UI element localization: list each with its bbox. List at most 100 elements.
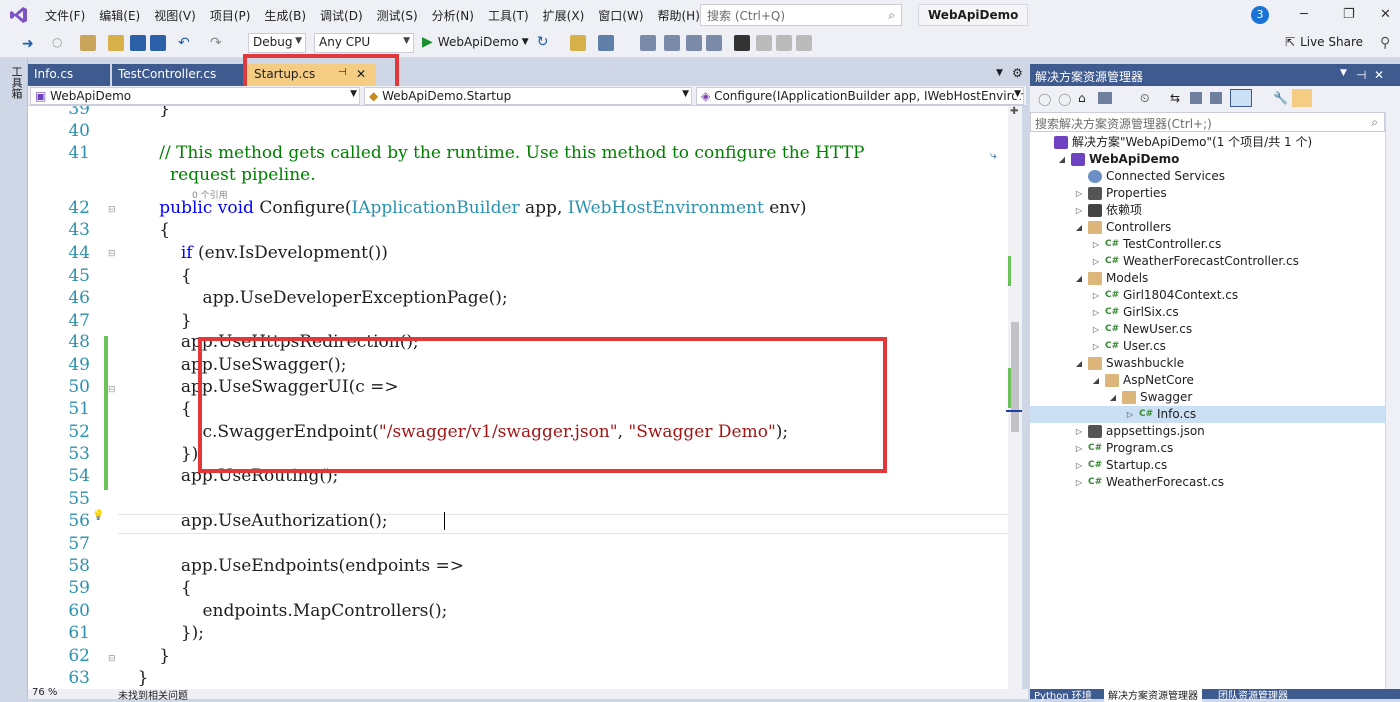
expand-icon[interactable]: ▷ <box>1091 236 1101 253</box>
code-line[interactable]: } <box>116 668 149 688</box>
collapse-all-icon[interactable] <box>1190 92 1202 104</box>
expand-icon[interactable]: ▷ <box>1074 423 1084 440</box>
tab-testcontroller-cs[interactable]: TestController.cs <box>112 64 244 86</box>
history-icon[interactable]: ⏲ <box>1140 91 1149 106</box>
menu-help[interactable]: 帮助(H) <box>651 7 707 24</box>
toolbar-icon[interactable] <box>796 35 812 51</box>
code-line[interactable]: } <box>116 646 170 666</box>
minimize-icon[interactable]: ─ <box>1300 7 1308 22</box>
show-all-files-icon[interactable] <box>1210 92 1222 104</box>
code-line[interactable]: app.UseDeveloperExceptionPage(); <box>116 288 507 308</box>
collapse-icon[interactable]: ◢ <box>1074 270 1084 287</box>
tree-item[interactable]: ▷ appsettings.json <box>1074 423 1205 440</box>
tree-item[interactable]: ▷ C# Program.cs <box>1074 440 1173 457</box>
expand-icon[interactable]: ▷ <box>1074 440 1084 457</box>
menu-test[interactable]: 测试(S) <box>370 7 425 24</box>
menu-debug[interactable]: 调试(D) <box>313 7 370 24</box>
home-icon[interactable]: ⌂ <box>1078 91 1086 105</box>
preview-toggle-icon[interactable] <box>1230 89 1252 107</box>
refresh-icon[interactable]: ↻ <box>537 34 549 50</box>
undo-icon[interactable]: ↶ <box>178 35 194 51</box>
expand-icon[interactable]: ▷ <box>1074 457 1084 474</box>
menu-project[interactable]: 项目(P) <box>203 7 258 24</box>
collapse-icon[interactable]: ◢ <box>1057 151 1067 168</box>
fold-icon[interactable]: ⊟ <box>108 249 116 259</box>
redo-icon[interactable]: ↷ <box>210 35 226 51</box>
tab-overflow-icon[interactable]: ▼ <box>996 68 1003 78</box>
tree-item[interactable]: ▷ C# WeatherForecast.cs <box>1074 474 1224 491</box>
tree-item[interactable]: ▷ 依赖项 <box>1074 202 1142 219</box>
code-line[interactable]: if (env.IsDevelopment()) <box>116 243 388 263</box>
menu-analyze[interactable]: 分析(N) <box>425 7 481 24</box>
forward-icon[interactable]: ○ <box>52 35 68 51</box>
zoom-level[interactable]: 76 % <box>32 687 57 698</box>
save-all-icon[interactable] <box>150 35 166 51</box>
code-line[interactable]: endpoints.MapControllers(); <box>116 601 447 621</box>
toolbox-strip[interactable]: 工具箱 <box>0 58 28 699</box>
expand-icon[interactable]: ▷ <box>1091 253 1101 270</box>
tree-item[interactable]: ▷ C# TestController.cs <box>1091 236 1221 253</box>
menu-window[interactable]: 窗口(W) <box>591 7 650 24</box>
code-line[interactable]: }); <box>116 444 204 464</box>
editor-scrollbar[interactable]: ✚ <box>1006 106 1022 691</box>
code-line[interactable]: { <box>116 578 192 598</box>
expand-icon[interactable]: ▷ <box>1074 202 1084 219</box>
menu-view[interactable]: 视图(V) <box>147 7 203 24</box>
chevron-down-icon[interactable]: ▼ <box>1340 68 1347 78</box>
expand-icon[interactable]: ▷ <box>1091 321 1101 338</box>
tree-item[interactable]: ◢ Swagger <box>1108 389 1192 406</box>
codelens-icon[interactable]: ⤷ <box>990 148 997 163</box>
tab-info-cs[interactable]: Info.cs <box>28 64 110 86</box>
menu-edit[interactable]: 编辑(E) <box>92 7 147 24</box>
new-project-icon[interactable] <box>80 35 96 51</box>
split-icon[interactable]: ✚ <box>1010 106 1018 117</box>
settings-icon[interactable]: ⚙ <box>1012 66 1023 80</box>
tree-item[interactable]: ◢ AspNetCore <box>1091 372 1194 389</box>
back-icon[interactable]: ➜ <box>22 36 38 52</box>
collapse-icon[interactable]: ◢ <box>1108 389 1118 406</box>
tab-python-environments[interactable]: Python 环境 <box>1034 687 1092 702</box>
start-debugging-button[interactable]: ▶ WebApiDemo ▼ ↻ <box>422 31 548 53</box>
scrollbar-thumb[interactable] <box>1011 322 1019 432</box>
expand-icon[interactable]: ▷ <box>1091 287 1101 304</box>
tree-item[interactable]: Connected Services <box>1074 168 1225 185</box>
sync-icon[interactable] <box>1098 92 1112 104</box>
tab-solution-explorer[interactable]: 解决方案资源管理器 <box>1104 687 1202 702</box>
collapse-icon[interactable]: ◢ <box>1074 219 1084 236</box>
toolbar-icon[interactable] <box>570 35 586 51</box>
expand-icon[interactable]: ▷ <box>1091 304 1101 321</box>
code-line[interactable]: { <box>116 266 192 286</box>
collapse-icon[interactable]: ◢ <box>1091 372 1101 389</box>
code-line[interactable]: { <box>116 399 192 419</box>
live-share-button[interactable]: ⇱ Live Share <box>1285 35 1363 49</box>
menu-file[interactable]: 文件(F) <box>38 7 92 24</box>
tree-item[interactable]: ▷ C# Info.cs <box>1030 406 1385 423</box>
menu-extensions[interactable]: 扩展(X) <box>536 7 592 24</box>
code-line[interactable]: app.UseAuthorization(); <box>116 511 388 531</box>
notification-badge[interactable]: 3 <box>1251 6 1269 24</box>
global-search-input[interactable]: 搜索 (Ctrl+Q) ⌕ <box>700 4 902 26</box>
project-dropdown[interactable]: ▣ WebApiDemo ▼ <box>30 87 360 105</box>
close-panel-icon[interactable]: ✕ <box>1374 68 1384 82</box>
tree-item[interactable]: ▷ Properties <box>1074 185 1167 202</box>
forward-icon[interactable]: ◯ <box>1058 92 1071 106</box>
toolbar-icon[interactable] <box>686 35 702 51</box>
tree-item[interactable]: ◢ WebApiDemo <box>1057 151 1179 168</box>
pin-icon[interactable]: ⊣ <box>1356 68 1366 82</box>
issues-status[interactable]: 未找到相关问题 <box>118 687 188 702</box>
open-file-icon[interactable] <box>108 35 124 51</box>
code-line[interactable]: }); <box>116 623 204 643</box>
expand-icon[interactable]: ▷ <box>1074 474 1084 491</box>
tree-item[interactable]: ◢ Swashbuckle <box>1074 355 1184 372</box>
save-icon[interactable] <box>130 35 146 51</box>
member-dropdown[interactable]: ◈ Configure(IApplicationBuilder app, IWe… <box>696 87 1024 105</box>
expand-icon[interactable]: ▷ <box>1125 406 1135 423</box>
platform-select[interactable]: Any CPU ▼ <box>314 33 414 53</box>
tree-item[interactable]: ▷ C# Startup.cs <box>1074 457 1167 474</box>
collapse-icon[interactable]: ◢ <box>1074 355 1084 372</box>
tree-item[interactable]: 解决方案"WebApiDemo"(1 个项目/共 1 个) <box>1040 134 1312 151</box>
fold-icon[interactable]: ⊟ <box>108 205 116 215</box>
solution-search-input[interactable]: 搜索解决方案资源管理器(Ctrl+;) ⌕ <box>1030 112 1385 132</box>
code-line[interactable]: app.UseEndpoints(endpoints => <box>116 556 464 576</box>
code-line[interactable]: } <box>116 311 192 331</box>
